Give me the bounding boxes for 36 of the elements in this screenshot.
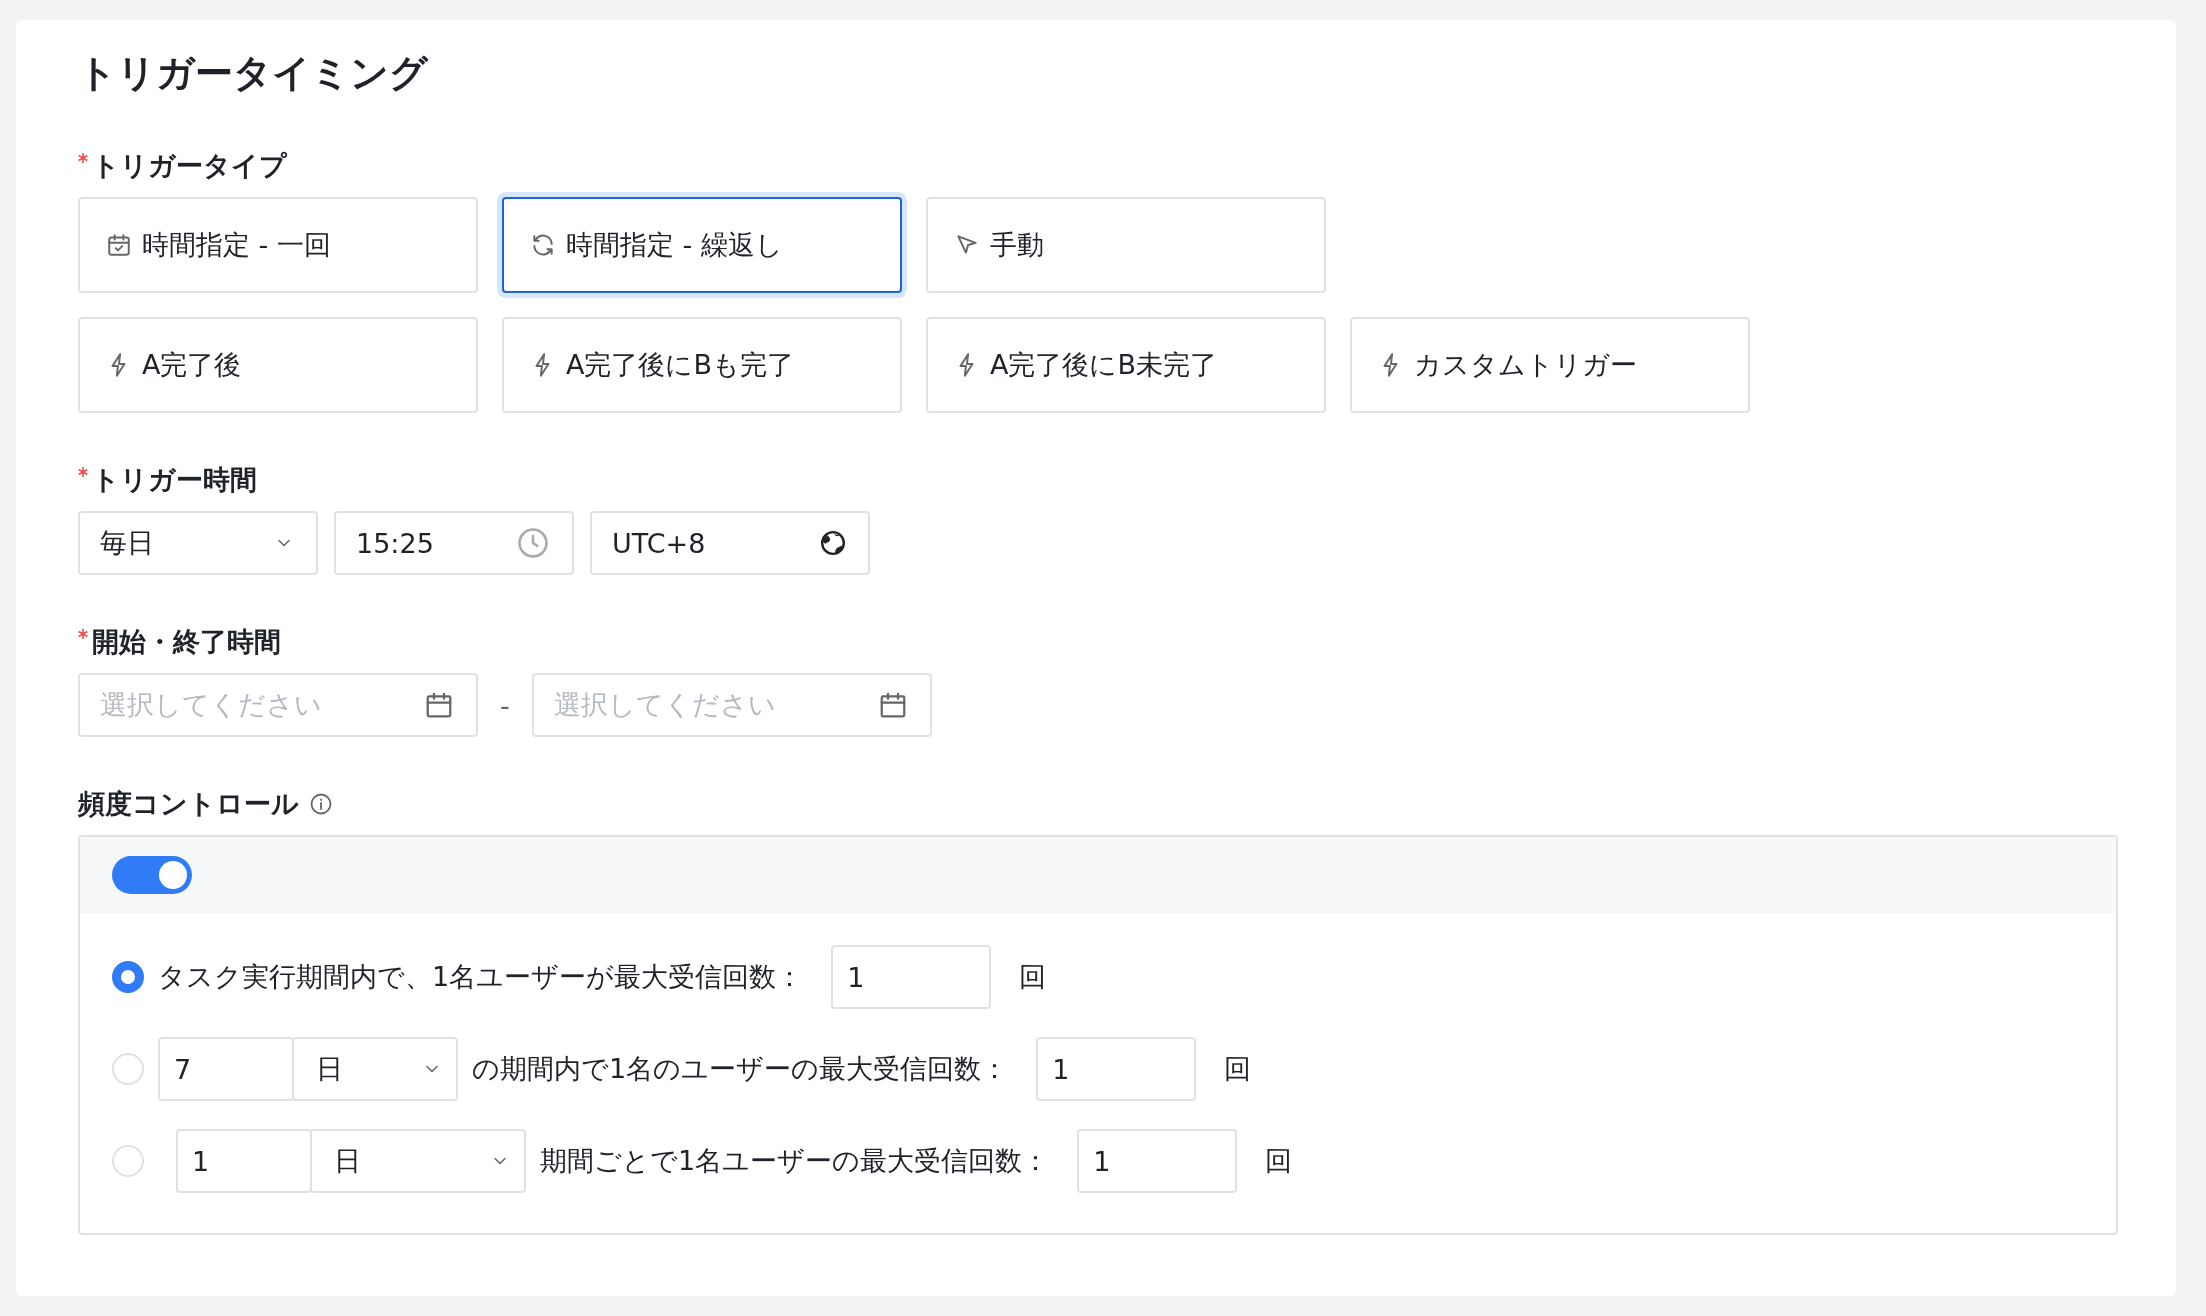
radio-button[interactable] [112, 961, 144, 993]
trigger-type-option[interactable]: 時間指定 - 一回 [78, 197, 478, 293]
unit-text: 回 [1019, 960, 1047, 994]
trigger-type-option[interactable]: A完了後 [78, 317, 478, 413]
trigger-type-option[interactable]: カスタムトリガー [1350, 317, 1750, 413]
calendar-icon [106, 232, 132, 258]
globe-icon [820, 530, 846, 556]
count-field[interactable]: 1 [1077, 1129, 1238, 1193]
rule-text: 期間ごとで1名ユーザーの最大受信回数： [540, 1144, 1050, 1178]
calendar-icon [424, 690, 454, 720]
trigger-type-option[interactable]: 手動 [926, 197, 1326, 293]
toggle-switch[interactable] [112, 856, 192, 894]
count-field[interactable]: 1 [831, 945, 992, 1009]
time-field[interactable]: 15:25 [334, 511, 574, 575]
unit-select[interactable]: 日 [292, 1037, 458, 1101]
frequency-select[interactable]: 毎日 [78, 511, 318, 575]
period-field[interactable]: 1 [176, 1129, 312, 1193]
trigger-type-option[interactable]: A完了後にBも完了 [502, 317, 902, 413]
refresh-icon [530, 232, 556, 258]
count-field[interactable]: 1 [1036, 1037, 1197, 1101]
field-label: 頻度コントロール [78, 787, 299, 821]
field-label: 開始・終了時間 [92, 625, 281, 659]
unit-select[interactable]: 日 [310, 1129, 526, 1193]
section-title: トリガータイミング [78, 50, 430, 97]
unit-text: 回 [1265, 1144, 1293, 1178]
timezone-field[interactable]: UTC+8 [590, 511, 870, 575]
rule-text: タスク実行期間内で、1名ユーザーが最大受信回数： [158, 960, 804, 994]
field-label: トリガー時間 [92, 463, 257, 497]
info-icon [309, 792, 333, 816]
range-separator: - [500, 689, 510, 721]
unit-text: 回 [1224, 1052, 1252, 1086]
trigger-type-option[interactable]: A完了後にB未完了 [926, 317, 1326, 413]
rule-text: の期間内で1名のユーザーの最大受信回数： [472, 1052, 1009, 1086]
clock-icon [516, 526, 550, 560]
field-label: トリガータイプ [92, 149, 287, 183]
period-field[interactable]: 7 [158, 1037, 294, 1101]
